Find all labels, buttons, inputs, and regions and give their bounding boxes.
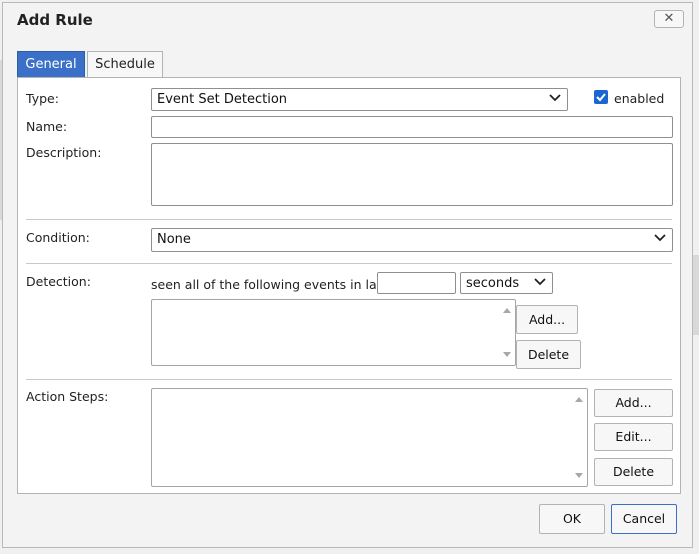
- chevron-down-icon: [549, 94, 561, 102]
- detection-delete-button[interactable]: Delete: [516, 340, 581, 369]
- detection-description: seen all of the following events in last: [151, 277, 389, 292]
- detection-events-list[interactable]: [151, 299, 516, 366]
- type-label: Type:: [26, 91, 59, 106]
- chevron-down-icon: [534, 278, 546, 286]
- description-label: Description:: [26, 145, 102, 160]
- detection-unit-value: seconds: [466, 276, 520, 291]
- condition-select[interactable]: None: [151, 228, 673, 252]
- background-page-edge-right: [693, 255, 699, 335]
- dialog-titlebar: Add Rule ✕: [3, 3, 692, 37]
- action-edit-button[interactable]: Edit...: [594, 423, 673, 451]
- section-divider: [26, 263, 672, 264]
- dialog-title: Add Rule: [17, 11, 93, 29]
- enabled-checkbox[interactable]: [594, 90, 608, 104]
- detection-time-input[interactable]: [377, 272, 456, 294]
- checkmark-icon: [596, 93, 606, 102]
- action-add-button[interactable]: Add...: [594, 389, 673, 417]
- detection-label: Detection:: [26, 274, 91, 289]
- condition-select-value: None: [157, 232, 191, 247]
- type-select[interactable]: Event Set Detection: [151, 88, 568, 111]
- section-divider: [26, 219, 672, 220]
- type-select-value: Event Set Detection: [157, 92, 288, 107]
- name-field[interactable]: [151, 116, 673, 138]
- detection-add-button[interactable]: Add...: [516, 305, 578, 334]
- chevron-down-icon: [654, 234, 666, 242]
- scroll-down-icon[interactable]: [575, 473, 583, 478]
- close-icon: ✕: [663, 11, 675, 26]
- condition-label: Condition:: [26, 230, 90, 245]
- name-label: Name:: [26, 119, 68, 134]
- section-divider: [26, 379, 672, 380]
- ok-button[interactable]: OK: [539, 504, 605, 534]
- tab-schedule[interactable]: Schedule: [87, 51, 163, 78]
- action-steps-label: Action Steps:: [26, 389, 109, 404]
- scroll-up-icon[interactable]: [575, 397, 583, 402]
- tab-general[interactable]: General: [17, 51, 85, 78]
- close-button[interactable]: ✕: [654, 10, 684, 28]
- action-delete-button[interactable]: Delete: [594, 458, 673, 486]
- action-steps-list[interactable]: [151, 388, 588, 487]
- general-panel: Type: Event Set Detection enabled Name: …: [17, 77, 681, 494]
- cancel-button[interactable]: Cancel: [611, 504, 677, 534]
- description-field[interactable]: [151, 143, 673, 206]
- detection-unit-select[interactable]: seconds: [460, 272, 553, 294]
- add-rule-dialog: Add Rule ✕ General Schedule Type: Event …: [2, 2, 693, 548]
- scroll-down-icon[interactable]: [503, 352, 511, 357]
- scroll-up-icon[interactable]: [503, 308, 511, 313]
- enabled-label: enabled: [614, 91, 665, 106]
